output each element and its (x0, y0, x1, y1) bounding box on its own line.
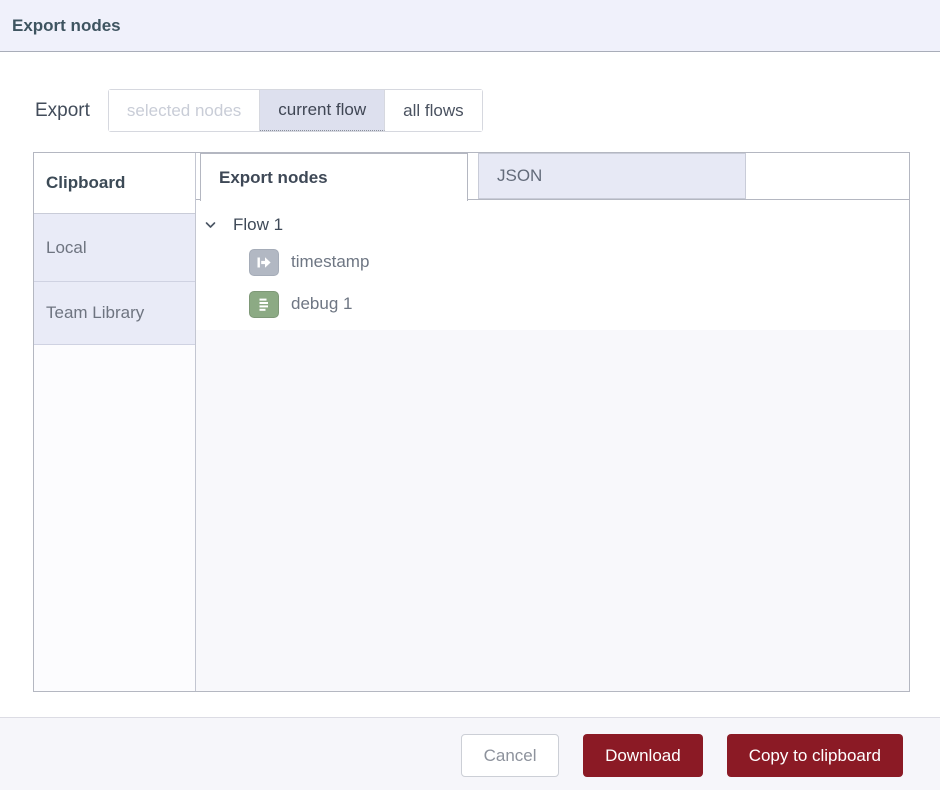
dialog-header: Export nodes (0, 0, 940, 52)
debug-node-icon (249, 291, 279, 318)
chevron-down-icon[interactable] (205, 221, 217, 229)
sidebar-item-team-library[interactable]: Team Library (34, 282, 195, 345)
download-button[interactable]: Download (583, 734, 703, 777)
scope-option-selected-nodes[interactable]: selected nodes (109, 90, 260, 131)
scope-option-all-flows[interactable]: all flows (385, 90, 481, 131)
copy-to-clipboard-button[interactable]: Copy to clipboard (727, 734, 903, 777)
inject-node-icon (249, 249, 279, 276)
sidebar-item-local[interactable]: Local (34, 214, 195, 282)
sidebar-header-clipboard: Clipboard (34, 153, 195, 214)
cancel-button[interactable]: Cancel (461, 734, 559, 777)
library-sidebar: Clipboard Local Team Library (34, 153, 196, 691)
dialog-footer: Cancel Download Copy to clipboard (0, 717, 940, 790)
library-panel: Clipboard Local Team Library Export node… (33, 152, 910, 692)
tab-export-nodes[interactable]: Export nodes (200, 153, 468, 201)
tree-row-node[interactable]: debug 1 (196, 283, 909, 325)
node-label: timestamp (291, 252, 369, 272)
export-label: Export (35, 100, 90, 122)
node-label: debug 1 (291, 294, 352, 314)
tab-strip: Export nodes JSON (196, 153, 909, 200)
export-content: Export nodes JSON Flow 1 (196, 153, 909, 691)
tree-row-node[interactable]: timestamp (196, 241, 909, 283)
tab-json[interactable]: JSON (478, 153, 746, 199)
scope-option-current-flow[interactable]: current flow (260, 90, 385, 131)
flow-label: Flow 1 (233, 215, 283, 235)
export-scope-row: Export selected nodes current flow all f… (35, 89, 483, 132)
dialog-title: Export nodes (12, 16, 121, 36)
export-scope-button-group: selected nodes current flow all flows (108, 89, 483, 132)
tree-row-flow[interactable]: Flow 1 (196, 209, 909, 241)
node-tree: Flow 1 timestamp (196, 200, 909, 691)
